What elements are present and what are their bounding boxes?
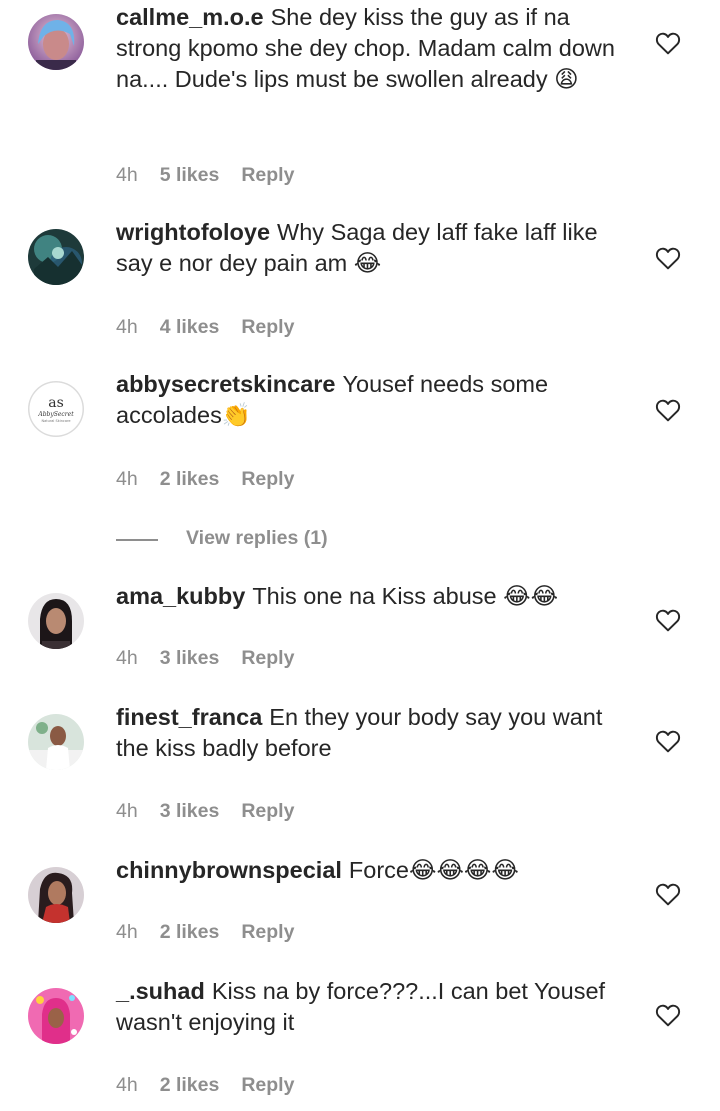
comment-meta: 4h 5 likes Reply	[116, 164, 294, 187]
comment-body: finest_franca En they your body say you w…	[116, 702, 636, 764]
heart-outline-icon[interactable]	[655, 398, 681, 422]
avatar[interactable]	[28, 593, 84, 649]
comment-username[interactable]: wrightofoloye	[116, 219, 270, 245]
comment-body: chinnybrownspecial Force😂😂😂😂	[116, 855, 636, 886]
comment-username[interactable]: callme_m.o.e	[116, 4, 264, 30]
laughing-emoji: 😂😂😂😂	[409, 857, 519, 883]
heart-outline-icon[interactable]	[655, 882, 681, 906]
avatar[interactable]	[28, 714, 84, 770]
comment-time: 4h	[116, 164, 138, 186]
comment-username[interactable]: abbysecretskincare	[116, 371, 335, 397]
view-replies-divider	[116, 539, 158, 541]
heart-outline-icon[interactable]	[655, 246, 681, 270]
reply-button[interactable]: Reply	[241, 316, 294, 339]
comment-meta: 4h 2 likes Reply	[116, 468, 294, 491]
avatar-logo-name: AbbySecret	[37, 411, 74, 418]
comment-meta: 4h 4 likes Reply	[116, 316, 294, 339]
reply-button[interactable]: Reply	[241, 468, 294, 491]
comment-likes[interactable]: 3 likes	[160, 647, 220, 670]
reply-button[interactable]: Reply	[241, 800, 294, 823]
comment-text: Force	[348, 857, 409, 883]
reply-button[interactable]: Reply	[241, 647, 294, 670]
comment-likes[interactable]: 2 likes	[160, 468, 220, 491]
heart-outline-icon[interactable]	[655, 729, 681, 753]
comment-body: callme_m.o.e She dey kiss the guy as if n…	[116, 2, 636, 95]
avatar-logo-mark: as	[48, 395, 64, 411]
avatar[interactable]	[28, 867, 84, 923]
view-replies-label[interactable]: View replies (1)	[186, 527, 328, 550]
comment-time: 4h	[116, 647, 138, 669]
avatar[interactable]	[28, 229, 84, 285]
comment-meta: 4h 3 likes Reply	[116, 647, 294, 670]
avatar-logo-sub: Natural Skincare	[41, 419, 70, 423]
comment-likes[interactable]: 2 likes	[160, 921, 220, 944]
comment-likes[interactable]: 5 likes	[160, 164, 220, 187]
laughing-emoji: 😂	[353, 250, 382, 276]
comment-likes[interactable]: 3 likes	[160, 800, 220, 823]
reply-button[interactable]: Reply	[241, 1074, 294, 1097]
heart-outline-icon[interactable]	[655, 1003, 681, 1027]
comment-likes[interactable]: 4 likes	[160, 316, 220, 339]
reply-button[interactable]: Reply	[241, 921, 294, 944]
comment-meta: 4h 2 likes Reply	[116, 1074, 294, 1097]
clapping-hands-emoji: 👏	[221, 402, 252, 428]
comment-body: abbysecretskincare Yousef needs some acco…	[116, 369, 636, 431]
comment-body: wrightofoloye Why Saga dey laff fake laff…	[116, 217, 636, 279]
comment-time: 4h	[116, 921, 138, 943]
comment-time: 4h	[116, 316, 138, 338]
avatar[interactable]: as AbbySecret Natural Skincare	[28, 381, 84, 437]
laughing-emoji: 😂😂	[503, 583, 559, 609]
comment-body: ama_kubby This one na Kiss abuse 😂😂	[116, 581, 636, 612]
comment-body: _.suhad Kiss na by force???...I can bet Y…	[116, 976, 636, 1038]
comment-username[interactable]: ama_kubby	[116, 583, 245, 609]
avatar[interactable]	[28, 14, 84, 70]
comment-username[interactable]: finest_franca	[116, 704, 262, 730]
weary-face-emoji: 😩	[554, 66, 579, 92]
reply-button[interactable]: Reply	[241, 164, 294, 187]
comment-meta: 4h 2 likes Reply	[116, 921, 294, 944]
heart-outline-icon[interactable]	[655, 608, 681, 632]
comments-list: callme_m.o.e She dey kiss the guy as if n…	[0, 0, 720, 1111]
comment-text: This one na Kiss abuse	[252, 583, 504, 609]
comment-time: 4h	[116, 1074, 138, 1096]
comment-time: 4h	[116, 800, 138, 822]
comment-meta: 4h 3 likes Reply	[116, 800, 294, 823]
comment-likes[interactable]: 2 likes	[160, 1074, 220, 1097]
comment-username[interactable]: chinnybrownspecial	[116, 857, 342, 883]
heart-outline-icon[interactable]	[655, 31, 681, 55]
avatar[interactable]	[28, 988, 84, 1044]
comment-username[interactable]: _.suhad	[116, 978, 205, 1004]
comment-time: 4h	[116, 468, 138, 490]
